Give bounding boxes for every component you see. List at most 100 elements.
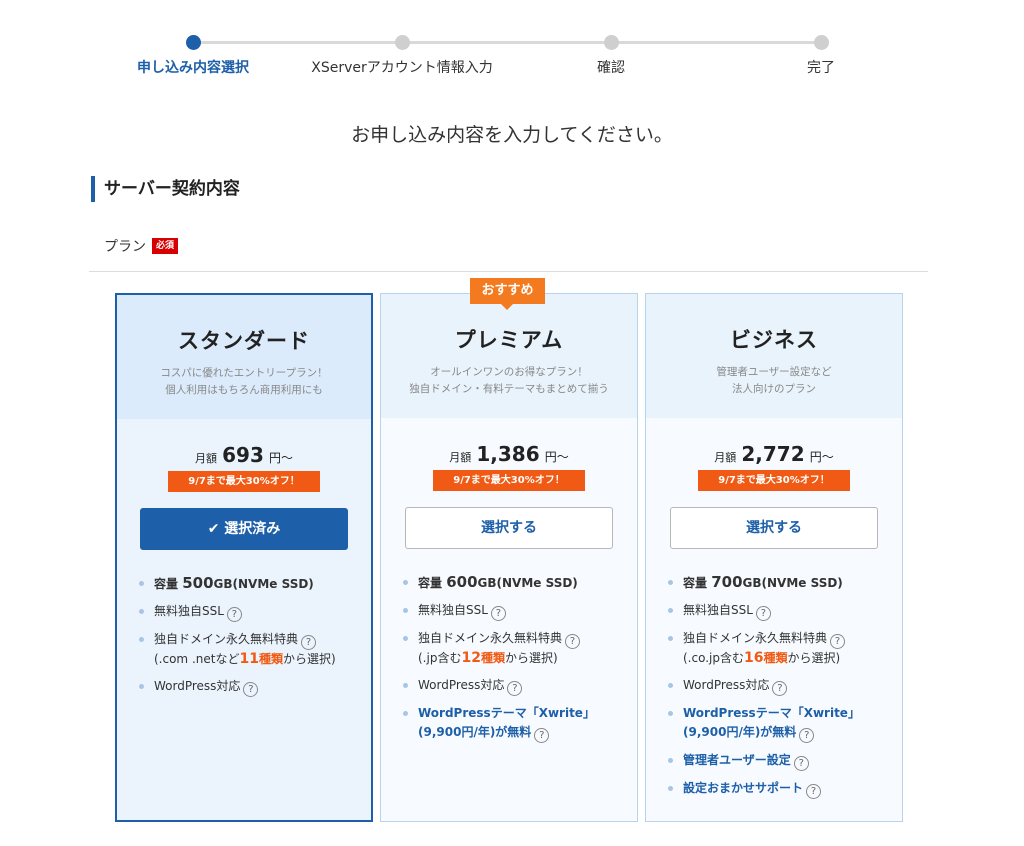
feature-ssl: 無料独自SSL? (403, 601, 623, 621)
capacity-num: 700 (711, 573, 743, 591)
feature-domain: 独自ドメイン永久無料特典? (.co.jp含む16種類から選択) (668, 629, 888, 668)
feature-capacity: 容量 500GB(NVMe SSD) (139, 574, 357, 594)
help-icon[interactable]: ? (507, 681, 523, 696)
feature-admin-user[interactable]: 管理者ユーザー設定? (668, 751, 888, 771)
help-icon[interactable]: ? (830, 634, 846, 649)
help-icon[interactable]: ? (226, 607, 242, 622)
feature-domain: 独自ドメイン永久無料特典? (.com .netなど11種類から選択) (139, 630, 357, 669)
wordpress-text: WordPress対応 (683, 678, 770, 692)
help-icon[interactable]: ? (301, 635, 317, 650)
button-label: 選択済み (224, 521, 281, 537)
domain-unit: 種類 (480, 651, 505, 665)
plan-price: 月額 2,772 円〜 (646, 442, 902, 466)
price-suffix: 円〜 (268, 451, 293, 465)
feature-wordpress: WordPress対応? (403, 676, 623, 696)
help-icon[interactable]: ? (793, 756, 809, 771)
price-value: 2,772 (741, 442, 805, 466)
step-dot-3 (604, 35, 619, 50)
help-icon[interactable]: ? (243, 682, 259, 697)
plan-card-header: スタンダード コスパに優れたエントリープラン！ 個人利用はもちろん商用利用にも (117, 295, 371, 419)
plan-card-premium[interactable]: プレミアム オールインワンのお得なプラン！ 独自ドメイン・有料テーマもまとめて揃… (380, 293, 638, 822)
ssl-text: 無料独自SSL (154, 604, 224, 618)
help-icon[interactable]: ? (799, 728, 815, 743)
theme-line2: (9,900円/年)が無料 (418, 725, 532, 739)
select-button[interactable]: 選択する (405, 507, 613, 549)
theme-line2: (9,900円/年)が無料 (683, 725, 797, 739)
domain-post: から選択) (787, 651, 841, 665)
capacity-prefix: 容量 (154, 577, 179, 591)
help-icon[interactable]: ? (534, 728, 550, 743)
feature-theme[interactable]: WordPressテーマ「Xwrite」 (9,900円/年)が無料? (668, 704, 888, 743)
plan-desc-line1: 管理者ユーザー設定など (716, 366, 832, 378)
domain-unit: 種類 (258, 652, 283, 666)
ssl-text: 無料独自SSL (683, 603, 753, 617)
plan-field-label: プラン 必須 (104, 236, 179, 256)
capacity-prefix: 容量 (683, 576, 708, 590)
capacity-suffix: GB(NVMe SSD) (742, 576, 843, 590)
price-prefix: 月額 (195, 452, 218, 465)
campaign-badge: 9/7まで最大30%オフ！ (433, 470, 585, 491)
domain-unit: 種類 (763, 651, 788, 665)
step-label-1: 申し込み内容選択 (137, 60, 249, 76)
capacity-suffix: GB(NVMe SSD) (213, 577, 314, 591)
support-text: 設定おまかせサポート (683, 781, 804, 795)
domain-count: 12 (461, 650, 481, 666)
capacity-num: 600 (446, 573, 478, 591)
domain-pre: (.co.jp含む (683, 651, 744, 665)
domain-text: 独自ドメイン永久無料特典 (418, 631, 563, 645)
stepper-track (193, 41, 822, 44)
feature-wordpress: WordPress対応? (668, 676, 888, 696)
feature-capacity: 容量 600GB(NVMe SSD) (403, 573, 623, 593)
feature-list: 容量 700GB(NVMe SSD) 無料独自SSL? 独自ドメイン永久無料特典… (646, 573, 902, 827)
feature-wordpress: WordPress対応? (139, 677, 357, 697)
required-badge: 必須 (152, 238, 179, 254)
domain-count: 11 (239, 651, 259, 667)
domain-text: 独自ドメイン永久無料特典 (683, 631, 828, 645)
plan-description: コスパに優れたエントリープラン！ 個人利用はもちろん商用利用にも (117, 365, 371, 399)
ssl-text: 無料独自SSL (418, 603, 488, 617)
step-dot-4 (814, 35, 829, 50)
help-icon[interactable]: ? (772, 681, 788, 696)
feature-theme[interactable]: WordPressテーマ「Xwrite」 (9,900円/年)が無料? (403, 704, 623, 743)
theme-line1: WordPressテーマ「Xwrite」 (683, 706, 860, 720)
selected-button[interactable]: ✔ 選択済み (140, 508, 348, 550)
wordpress-text: WordPress対応 (418, 678, 505, 692)
step-label-2: XServerアカウント情報入力 (311, 60, 493, 76)
domain-pre: (.com .netなど (154, 652, 240, 666)
feature-domain: 独自ドメイン永久無料特典? (.jp含む12種類から選択) (403, 629, 623, 668)
domain-count: 16 (744, 650, 764, 666)
domain-text: 独自ドメイン永久無料特典 (154, 632, 299, 646)
feature-list: 容量 600GB(NVMe SSD) 無料独自SSL? 独自ドメイン永久無料特典… (381, 573, 637, 771)
campaign-badge: 9/7まで最大30%オフ！ (168, 471, 320, 492)
feature-capacity: 容量 700GB(NVMe SSD) (668, 573, 888, 593)
wordpress-text: WordPress対応 (154, 679, 241, 693)
theme-line1: WordPressテーマ「Xwrite」 (418, 706, 595, 720)
help-icon[interactable]: ? (755, 606, 771, 621)
plan-price: 月額 1,386 円〜 (381, 442, 637, 466)
plan-description: 管理者ユーザー設定など 法人向けのプラン (646, 364, 902, 398)
plan-desc-line2: 独自ドメイン・有料テーマもまとめて揃う (409, 383, 609, 395)
plan-desc-line2: 個人利用はもちろん商用利用にも (165, 384, 323, 396)
plan-price: 月額 693 円〜 (117, 443, 371, 467)
help-icon[interactable]: ? (565, 634, 581, 649)
help-icon[interactable]: ? (806, 784, 822, 799)
plan-name: プレミアム (454, 328, 564, 352)
plan-desc-line1: オールインワンのお得なプラン！ (430, 366, 588, 378)
plan-card-business[interactable]: ビジネス 管理者ユーザー設定など 法人向けのプラン 月額 2,772 円〜 9/… (645, 293, 903, 822)
capacity-num: 500 (182, 574, 214, 592)
select-button[interactable]: 選択する (670, 507, 878, 549)
plan-label-text: プラン (104, 239, 146, 255)
feature-support[interactable]: 設定おまかせサポート? (668, 779, 888, 799)
price-value: 693 (222, 443, 264, 467)
feature-ssl: 無料独自SSL? (668, 601, 888, 621)
price-suffix: 円〜 (544, 450, 569, 464)
price-suffix: 円〜 (809, 450, 834, 464)
plan-card-standard[interactable]: スタンダード コスパに優れたエントリープラン！ 個人利用はもちろん商用利用にも … (115, 293, 373, 822)
step-label-4: 完了 (807, 60, 835, 76)
price-prefix: 月額 (449, 451, 472, 464)
plan-description: オールインワンのお得なプラン！ 独自ドメイン・有料テーマもまとめて揃う (381, 364, 637, 398)
feature-list: 容量 500GB(NVMe SSD) 無料独自SSL? 独自ドメイン永久無料特典… (117, 574, 371, 725)
help-icon[interactable]: ? (490, 606, 506, 621)
plan-card-header: ビジネス 管理者ユーザー設定など 法人向けのプラン (646, 294, 902, 418)
plan-card-header: プレミアム オールインワンのお得なプラン！ 独自ドメイン・有料テーマもまとめて揃… (381, 294, 637, 418)
